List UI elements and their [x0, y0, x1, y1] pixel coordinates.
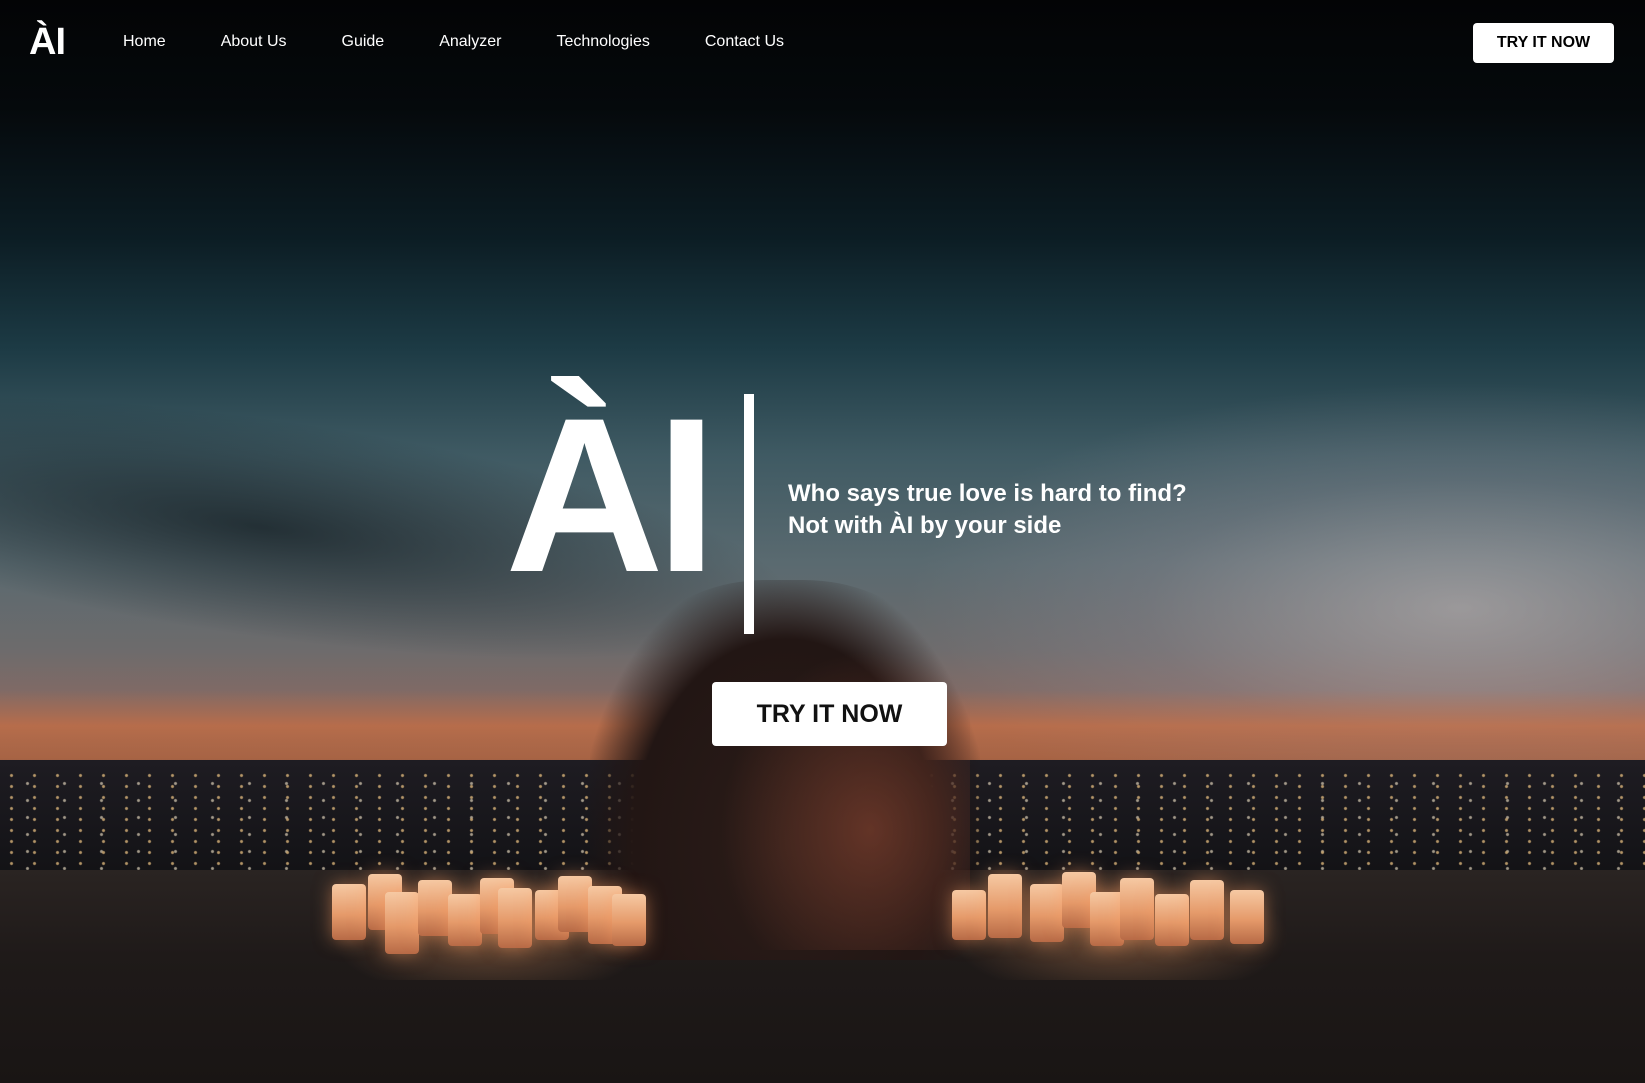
- top-navbar: ÀI Home About Us Guide Analyzer Technolo…: [0, 0, 1645, 86]
- tagline-line-2: Not with ÀI by your side: [788, 512, 1062, 539]
- hero-tagline: Who says true love is hard to find? Not …: [788, 478, 1187, 542]
- hero-divider: [744, 394, 754, 634]
- nav-try-it-now-button[interactable]: TRY IT NOW: [1473, 23, 1614, 63]
- candles-left: [330, 870, 650, 980]
- nav-link-home[interactable]: Home: [123, 31, 166, 53]
- hero-section: ÀI Home About Us Guide Analyzer Technolo…: [0, 0, 1645, 1083]
- hero-logo: ÀI: [505, 372, 717, 618]
- candles-right: [950, 870, 1290, 980]
- hero-try-it-now-button[interactable]: TRY IT NOW: [712, 682, 947, 746]
- nav-links: Home About Us Guide Analyzer Technologie…: [123, 31, 839, 53]
- nav-link-contact-us[interactable]: Contact Us: [705, 31, 784, 53]
- nav-link-guide[interactable]: Guide: [342, 31, 385, 53]
- brand-logo[interactable]: ÀI: [29, 22, 66, 62]
- nav-link-technologies[interactable]: Technologies: [556, 31, 649, 53]
- nav-link-analyzer[interactable]: Analyzer: [439, 31, 501, 53]
- tagline-line-1: Who says true love is hard to find?: [788, 480, 1187, 507]
- nav-link-about-us[interactable]: About Us: [221, 31, 287, 53]
